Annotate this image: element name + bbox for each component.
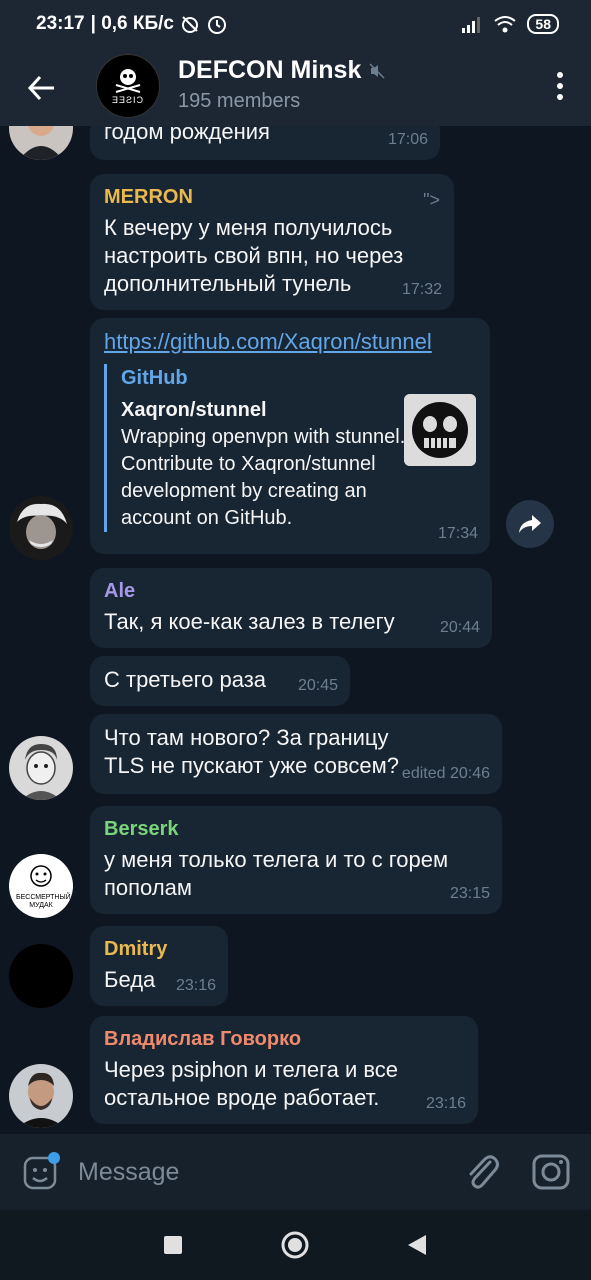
message-text: Через psiphon и телега и все остальное в… [104, 1057, 399, 1110]
avatar[interactable] [9, 126, 73, 160]
message-bubble[interactable]: годом рождения 17:06 [90, 126, 440, 160]
message-text: Так, я кое-как залез в телегу [104, 609, 395, 634]
link-preview-thumbnail [404, 394, 476, 466]
message-text: годом рождения [104, 126, 270, 144]
message-time: 20:44 [439, 619, 480, 636]
skull-logo-icon [115, 69, 141, 93]
alarm-icon [208, 16, 226, 34]
camera-icon[interactable] [530, 1152, 572, 1192]
message-text: К вечеру у меня получилось настроить сво… [104, 215, 404, 296]
channel-avatar-label: ƎƎƧIƆ [111, 95, 144, 105]
hand-drawn-face-icon [30, 865, 52, 887]
message-bubble[interactable]: https://github.com/Xaqron/stunnel GitHub… [90, 318, 490, 554]
message-bubble[interactable]: Ale Так, я кое-как залез в телегу 20:44 [90, 568, 492, 648]
chat-header: ƎƎƧIƆ DEFCON Minsk 195 members [0, 48, 591, 126]
square-icon[interactable] [162, 1234, 184, 1256]
member-count: 195 members [178, 90, 301, 112]
message-bubble[interactable]: Владислав Говорко Через psiphon и телега… [90, 1016, 478, 1124]
message-bubble[interactable]: Что там нового? За границу TLS не пускаю… [90, 714, 502, 794]
sender-quote-mark: "> [423, 190, 440, 210]
message-text: у меня только телега и то с горем попола… [104, 847, 449, 900]
avatar[interactable] [9, 736, 73, 800]
message-time: 17:32 [401, 281, 442, 298]
message-bubble[interactable]: MERRON "> К вечеру у меня получилось нас… [90, 174, 454, 310]
channel-avatar[interactable]: ƎƎƧIƆ [96, 54, 160, 118]
sticker-emoji-icon[interactable] [22, 1152, 62, 1192]
link-preview[interactable]: GitHub Xaqron/stunnel Wrapping openvpn w… [104, 364, 476, 532]
message-input[interactable] [78, 1152, 448, 1192]
more-vertical-icon[interactable] [555, 70, 565, 102]
avatar[interactable] [9, 944, 73, 1008]
message-time: 17:34 [437, 525, 478, 542]
alarm-off-icon [182, 16, 198, 33]
sender-name[interactable]: Berserk [104, 816, 488, 842]
sender-name[interactable]: MERRON [104, 184, 440, 210]
message-list[interactable]: годом рождения 17:06 MERRON "> К вечеру … [0, 126, 591, 1134]
message-link[interactable]: https://github.com/Xaqron/stunnel [104, 328, 476, 356]
avatar-caption: БЕССМЕРТНЫЙ МУДАК [16, 894, 71, 909]
sender-name[interactable]: Владислав Говорко [104, 1026, 464, 1052]
message-time: edited 20:46 [401, 765, 490, 782]
share-icon [519, 515, 541, 533]
circle-icon[interactable] [280, 1230, 310, 1260]
message-time: 23:16 [175, 977, 216, 994]
triangle-back-icon[interactable] [406, 1233, 428, 1257]
message-composer [0, 1134, 591, 1210]
chat-title-text: DEFCON Minsk [178, 56, 362, 84]
message-time: 17:06 [387, 131, 428, 148]
link-preview-description: Wrapping openvpn with stunnel. Contribut… [121, 426, 406, 529]
message-bubble[interactable]: Dmitry Беда 23:16 [90, 926, 228, 1006]
share-button[interactable] [506, 500, 554, 548]
wifi-icon [494, 16, 517, 33]
paperclip-icon[interactable] [462, 1150, 502, 1194]
system-nav-bar [0, 1210, 591, 1280]
status-bar: 23:17 | 0,6 КБ/с 58 [0, 0, 591, 48]
message-time: 23:16 [425, 1095, 466, 1112]
message-bubble[interactable]: С третьего раза 20:45 [90, 656, 350, 706]
avatar[interactable] [9, 496, 73, 560]
network-speed: | 0,6 КБ/с [90, 13, 174, 34]
sender-name[interactable]: Dmitry [104, 936, 214, 962]
sender-name[interactable]: Ale [104, 578, 478, 604]
arrow-left-icon[interactable] [26, 72, 58, 104]
avatar[interactable] [9, 1064, 73, 1128]
link-preview-site: GitHub [121, 367, 188, 389]
chat-title[interactable]: DEFCON Minsk [178, 56, 385, 85]
clock: 23:17 [36, 13, 85, 34]
avatar[interactable]: БЕССМЕРТНЫЙ МУДАК [9, 854, 73, 918]
message-bubble[interactable]: Berserk у меня только телега и то с горе… [90, 806, 502, 914]
muted-speaker-icon [369, 62, 385, 79]
signal-icon [462, 17, 481, 33]
battery-indicator: 58 [527, 14, 559, 34]
message-text: Что там нового? За границу TLS не пускаю… [104, 725, 400, 778]
message-time: 23:15 [449, 885, 490, 902]
message-time: 20:45 [297, 677, 338, 694]
